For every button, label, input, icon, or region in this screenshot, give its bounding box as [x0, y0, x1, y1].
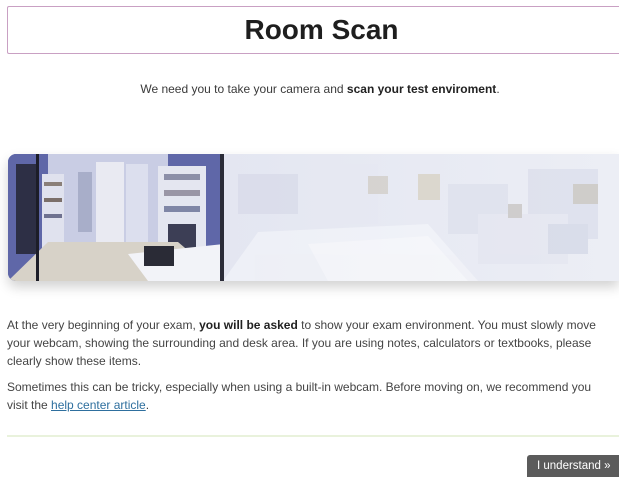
intro-text-bold: scan your test enviroment	[346, 82, 497, 96]
room-scan-page: Room Scan We need you to take your camer…	[0, 0, 619, 477]
i-understand-button[interactable]: I understand »	[527, 455, 619, 477]
instructions-text-bold: you will be asked	[199, 318, 298, 332]
intro-text-end: .	[496, 82, 500, 96]
intro-text-start: We need you to take your camera and	[140, 82, 347, 96]
help-text-end: .	[145, 398, 150, 412]
help-paragraph: Sometimes this can be tricky, especially…	[7, 378, 615, 414]
divider	[7, 435, 619, 437]
room-scan-illustration	[8, 154, 619, 281]
intro-text: We need you to take your camera and scan…	[0, 82, 619, 96]
instructions-paragraph: At the very beginning of your exam, you …	[7, 316, 615, 370]
page-title: Room Scan	[244, 14, 399, 45]
instructions-text-start: At the very beginning of your exam,	[7, 318, 200, 332]
room-scan-image	[8, 154, 619, 281]
title-box: Room Scan	[7, 6, 619, 54]
help-center-link[interactable]: help center article	[51, 398, 146, 412]
